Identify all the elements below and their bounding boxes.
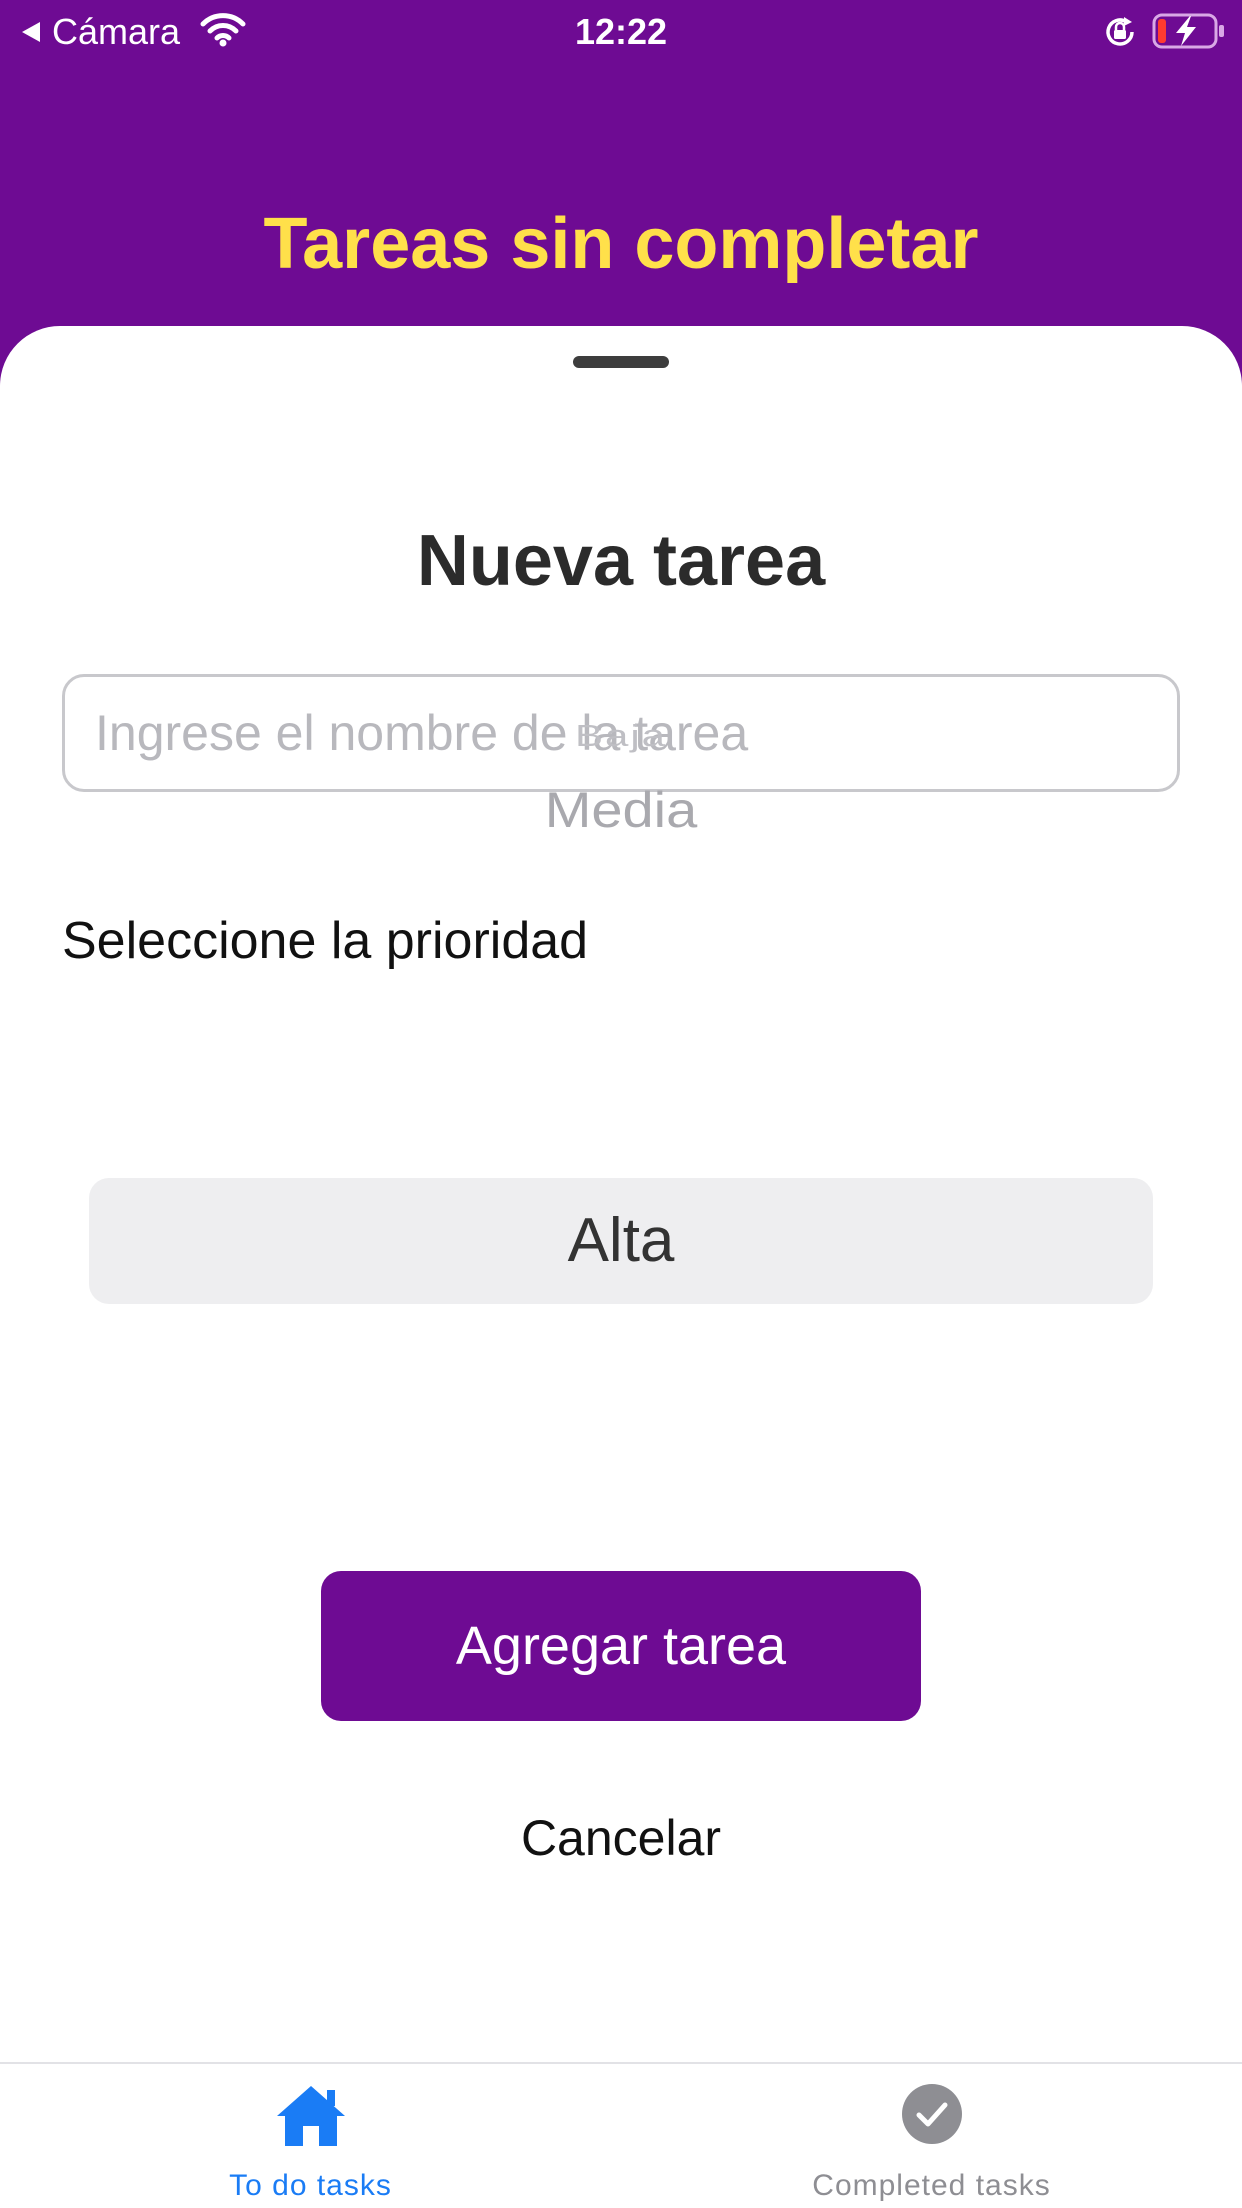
picker-option-alta-selected[interactable]: Alta — [0, 1180, 1242, 1302]
picker-option-baja[interactable]: Baja — [0, 714, 1242, 757]
checkmark-circle-icon — [901, 2084, 962, 2144]
app-screen: Cámara 12:22 Tareas sin completar Nueva … — [0, 0, 1242, 2208]
tab-label-to-do: To do tasks — [229, 2169, 392, 2202]
sheet-drag-handle[interactable] — [573, 356, 669, 368]
sheet-title: Nueva tarea — [416, 521, 826, 601]
tab-to-do-tasks[interactable]: To do tasks — [0, 2064, 621, 2208]
battery-charging-icon — [1152, 13, 1224, 49]
tab-bar: To do tasks Completed tasks — [0, 2062, 1242, 2208]
rotation-lock-icon — [1106, 17, 1134, 46]
picker-option-media[interactable]: Media — [0, 774, 1242, 846]
app-header: Tareas sin completar — [0, 64, 1242, 334]
home-icon — [276, 2086, 345, 2146]
page-title: Tareas sin completar — [263, 204, 979, 284]
status-bar: Cámara 12:22 — [0, 0, 1242, 64]
tab-label-completed: Completed tasks — [812, 2169, 1051, 2202]
status-time: 12:22 — [574, 11, 668, 52]
tab-completed-tasks[interactable]: Completed tasks — [621, 2064, 1242, 2208]
cancel-button[interactable]: Cancelar — [421, 1793, 821, 1883]
add-task-button[interactable]: Agregar tarea — [321, 1571, 921, 1721]
